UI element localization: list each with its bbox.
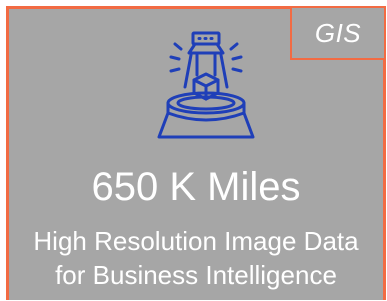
headline-stat: 650 K Miles bbox=[91, 165, 301, 209]
scanner-3d-icon bbox=[157, 31, 255, 139]
category-badge: GIS bbox=[290, 6, 386, 60]
description-line-2: for Business Intelligence bbox=[55, 260, 337, 290]
info-card: GIS 650 K Miles High Resolution Image Da bbox=[6, 6, 386, 300]
badge-label: GIS bbox=[314, 17, 362, 48]
description-line-1: High Resolution Image Data bbox=[33, 226, 359, 256]
